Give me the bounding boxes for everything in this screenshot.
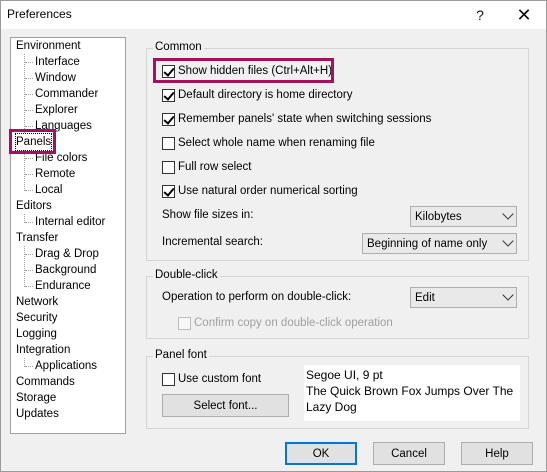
show-hidden-files-label: Show hidden files (Ctrl+Alt+H)	[178, 65, 333, 77]
natural-order-label: Use natural order numerical sorting	[178, 185, 358, 197]
common-group-title: Common	[153, 41, 204, 53]
tree-item-updates[interactable]: Updates	[16, 406, 59, 422]
double-click-operation-value: Edit	[415, 291, 435, 304]
select-font-button-label: Select font...	[193, 399, 258, 412]
cancel-button-label: Cancel	[391, 447, 427, 460]
tree-item-environment[interactable]: Environment	[16, 38, 81, 54]
cancel-button[interactable]: Cancel	[373, 442, 445, 465]
default-home-label: Default directory is home directory	[178, 89, 353, 101]
tree-connector	[25, 94, 33, 95]
tree-item-languages[interactable]: Languages	[35, 118, 92, 134]
ok-button[interactable]: OK	[285, 442, 357, 465]
checkbox-checked-icon	[162, 184, 175, 198]
tree-item-remote[interactable]: Remote	[35, 166, 75, 182]
tree-connector	[25, 190, 33, 191]
tree-item-file-colors[interactable]: File colors	[35, 150, 87, 166]
tree-item-panels[interactable]: Panels	[14, 133, 53, 151]
chevron-down-icon	[502, 235, 514, 247]
tree-item-storage[interactable]: Storage	[16, 390, 56, 406]
checkbox-disabled-icon	[178, 316, 191, 330]
tree-item-window[interactable]: Window	[35, 70, 76, 86]
help-button[interactable]: Help	[461, 442, 533, 465]
incremental-search-value: Beginning of name only	[367, 237, 488, 250]
incremental-search-label: Incremental search:	[162, 236, 263, 248]
checkbox-unchecked-icon	[162, 372, 175, 386]
tree-item-commands[interactable]: Commands	[16, 374, 75, 390]
panel-font-group-title: Panel font	[153, 349, 209, 361]
natural-order-checkbox[interactable]: Use natural order numerical sorting	[162, 182, 358, 200]
help-button-label: Help	[485, 447, 509, 460]
remember-state-label: Remember panels' state when switching se…	[178, 113, 432, 125]
checkbox-unchecked-icon	[162, 160, 175, 174]
window-title: Preferences	[7, 7, 72, 21]
chevron-down-icon	[502, 289, 514, 301]
select-whole-name-label: Select whole name when renaming file	[178, 137, 375, 149]
tree-item-integration[interactable]: Integration	[16, 342, 70, 358]
tree-item-background[interactable]: Background	[35, 262, 96, 278]
tree-connector	[24, 246, 25, 287]
help-title-button[interactable]: ?	[458, 1, 502, 29]
checkbox-unchecked-icon	[162, 136, 175, 150]
question-mark-icon: ?	[476, 7, 484, 23]
tree-connector	[25, 62, 33, 63]
title-bar: Preferences ? ✕	[1, 1, 546, 29]
tree-connector	[25, 366, 33, 367]
preferences-dialog: Preferences ? ✕ Environment Interface Wi…	[0, 0, 547, 472]
tree-connector	[24, 150, 25, 191]
tree-item-interface[interactable]: Interface	[35, 54, 80, 70]
tree-item-internal-editor[interactable]: Internal editor	[35, 214, 105, 230]
font-preview: Segoe UI, 9 pt The Quick Brown Fox Jumps…	[304, 365, 520, 421]
full-row-select-label: Full row select	[178, 161, 252, 173]
double-click-operation-label: Operation to perform on double-click:	[162, 291, 352, 303]
checkbox-checked-icon	[162, 64, 175, 78]
tree-item-commander[interactable]: Commander	[35, 86, 98, 102]
font-sample-text: The Quick Brown Fox Jumps Over The Lazy …	[306, 384, 514, 414]
tree-item-applications[interactable]: Applications	[35, 358, 97, 374]
use-custom-font-checkbox[interactable]: Use custom font	[162, 370, 261, 388]
file-sizes-dropdown[interactable]: Kilobytes	[410, 206, 517, 227]
default-home-checkbox[interactable]: Default directory is home directory	[162, 86, 352, 104]
tree-connector	[24, 54, 25, 143]
tree-connector	[25, 110, 33, 111]
close-title-button[interactable]: ✕	[502, 1, 546, 29]
tree-item-drag-drop[interactable]: Drag & Drop	[35, 246, 99, 262]
double-click-group-title: Double-click	[153, 269, 220, 281]
close-icon: ✕	[516, 4, 532, 25]
checkbox-checked-icon	[162, 112, 175, 126]
checkbox-checked-icon	[162, 88, 175, 102]
file-sizes-value: Kilobytes	[415, 210, 462, 223]
tree-connector	[25, 222, 33, 223]
confirm-copy-checkbox[interactable]: Confirm copy on double-click operation	[178, 314, 393, 332]
use-custom-font-label: Use custom font	[178, 373, 262, 385]
tree-connector	[25, 158, 33, 159]
select-whole-name-checkbox[interactable]: Select whole name when renaming file	[162, 134, 375, 152]
file-sizes-label: Show file sizes in:	[162, 209, 254, 221]
tree-item-logging[interactable]: Logging	[16, 326, 57, 342]
tree-connector	[25, 286, 33, 287]
tree-connector	[25, 174, 33, 175]
tree-item-network[interactable]: Network	[16, 294, 58, 310]
select-font-button[interactable]: Select font...	[162, 394, 289, 417]
tree-item-editors[interactable]: Editors	[16, 198, 52, 214]
show-hidden-files-checkbox[interactable]: Show hidden files (Ctrl+Alt+H)	[162, 62, 332, 80]
remember-state-checkbox[interactable]: Remember panels' state when switching se…	[162, 110, 431, 128]
tree-item-transfer[interactable]: Transfer	[16, 230, 58, 246]
tree-connector	[25, 270, 33, 271]
tree-item-explorer[interactable]: Explorer	[35, 102, 78, 118]
ok-button-label: OK	[312, 447, 330, 460]
chevron-down-icon	[502, 208, 514, 220]
tree-connector	[25, 126, 33, 127]
incremental-search-dropdown[interactable]: Beginning of name only	[362, 233, 517, 254]
tree-item-local[interactable]: Local	[35, 182, 63, 198]
full-row-select-checkbox[interactable]: Full row select	[162, 158, 252, 176]
confirm-copy-label: Confirm copy on double-click operation	[194, 317, 393, 329]
tree-item-endurance[interactable]: Endurance	[35, 278, 91, 294]
tree-connector	[25, 254, 33, 255]
font-name-text: Segoe UI, 9 pt	[306, 368, 383, 382]
double-click-operation-dropdown[interactable]: Edit	[410, 287, 517, 308]
tree-item-security[interactable]: Security	[16, 310, 58, 326]
preferences-tree[interactable]: Environment Interface Window Commander E…	[10, 37, 126, 434]
tree-connector	[25, 78, 33, 79]
